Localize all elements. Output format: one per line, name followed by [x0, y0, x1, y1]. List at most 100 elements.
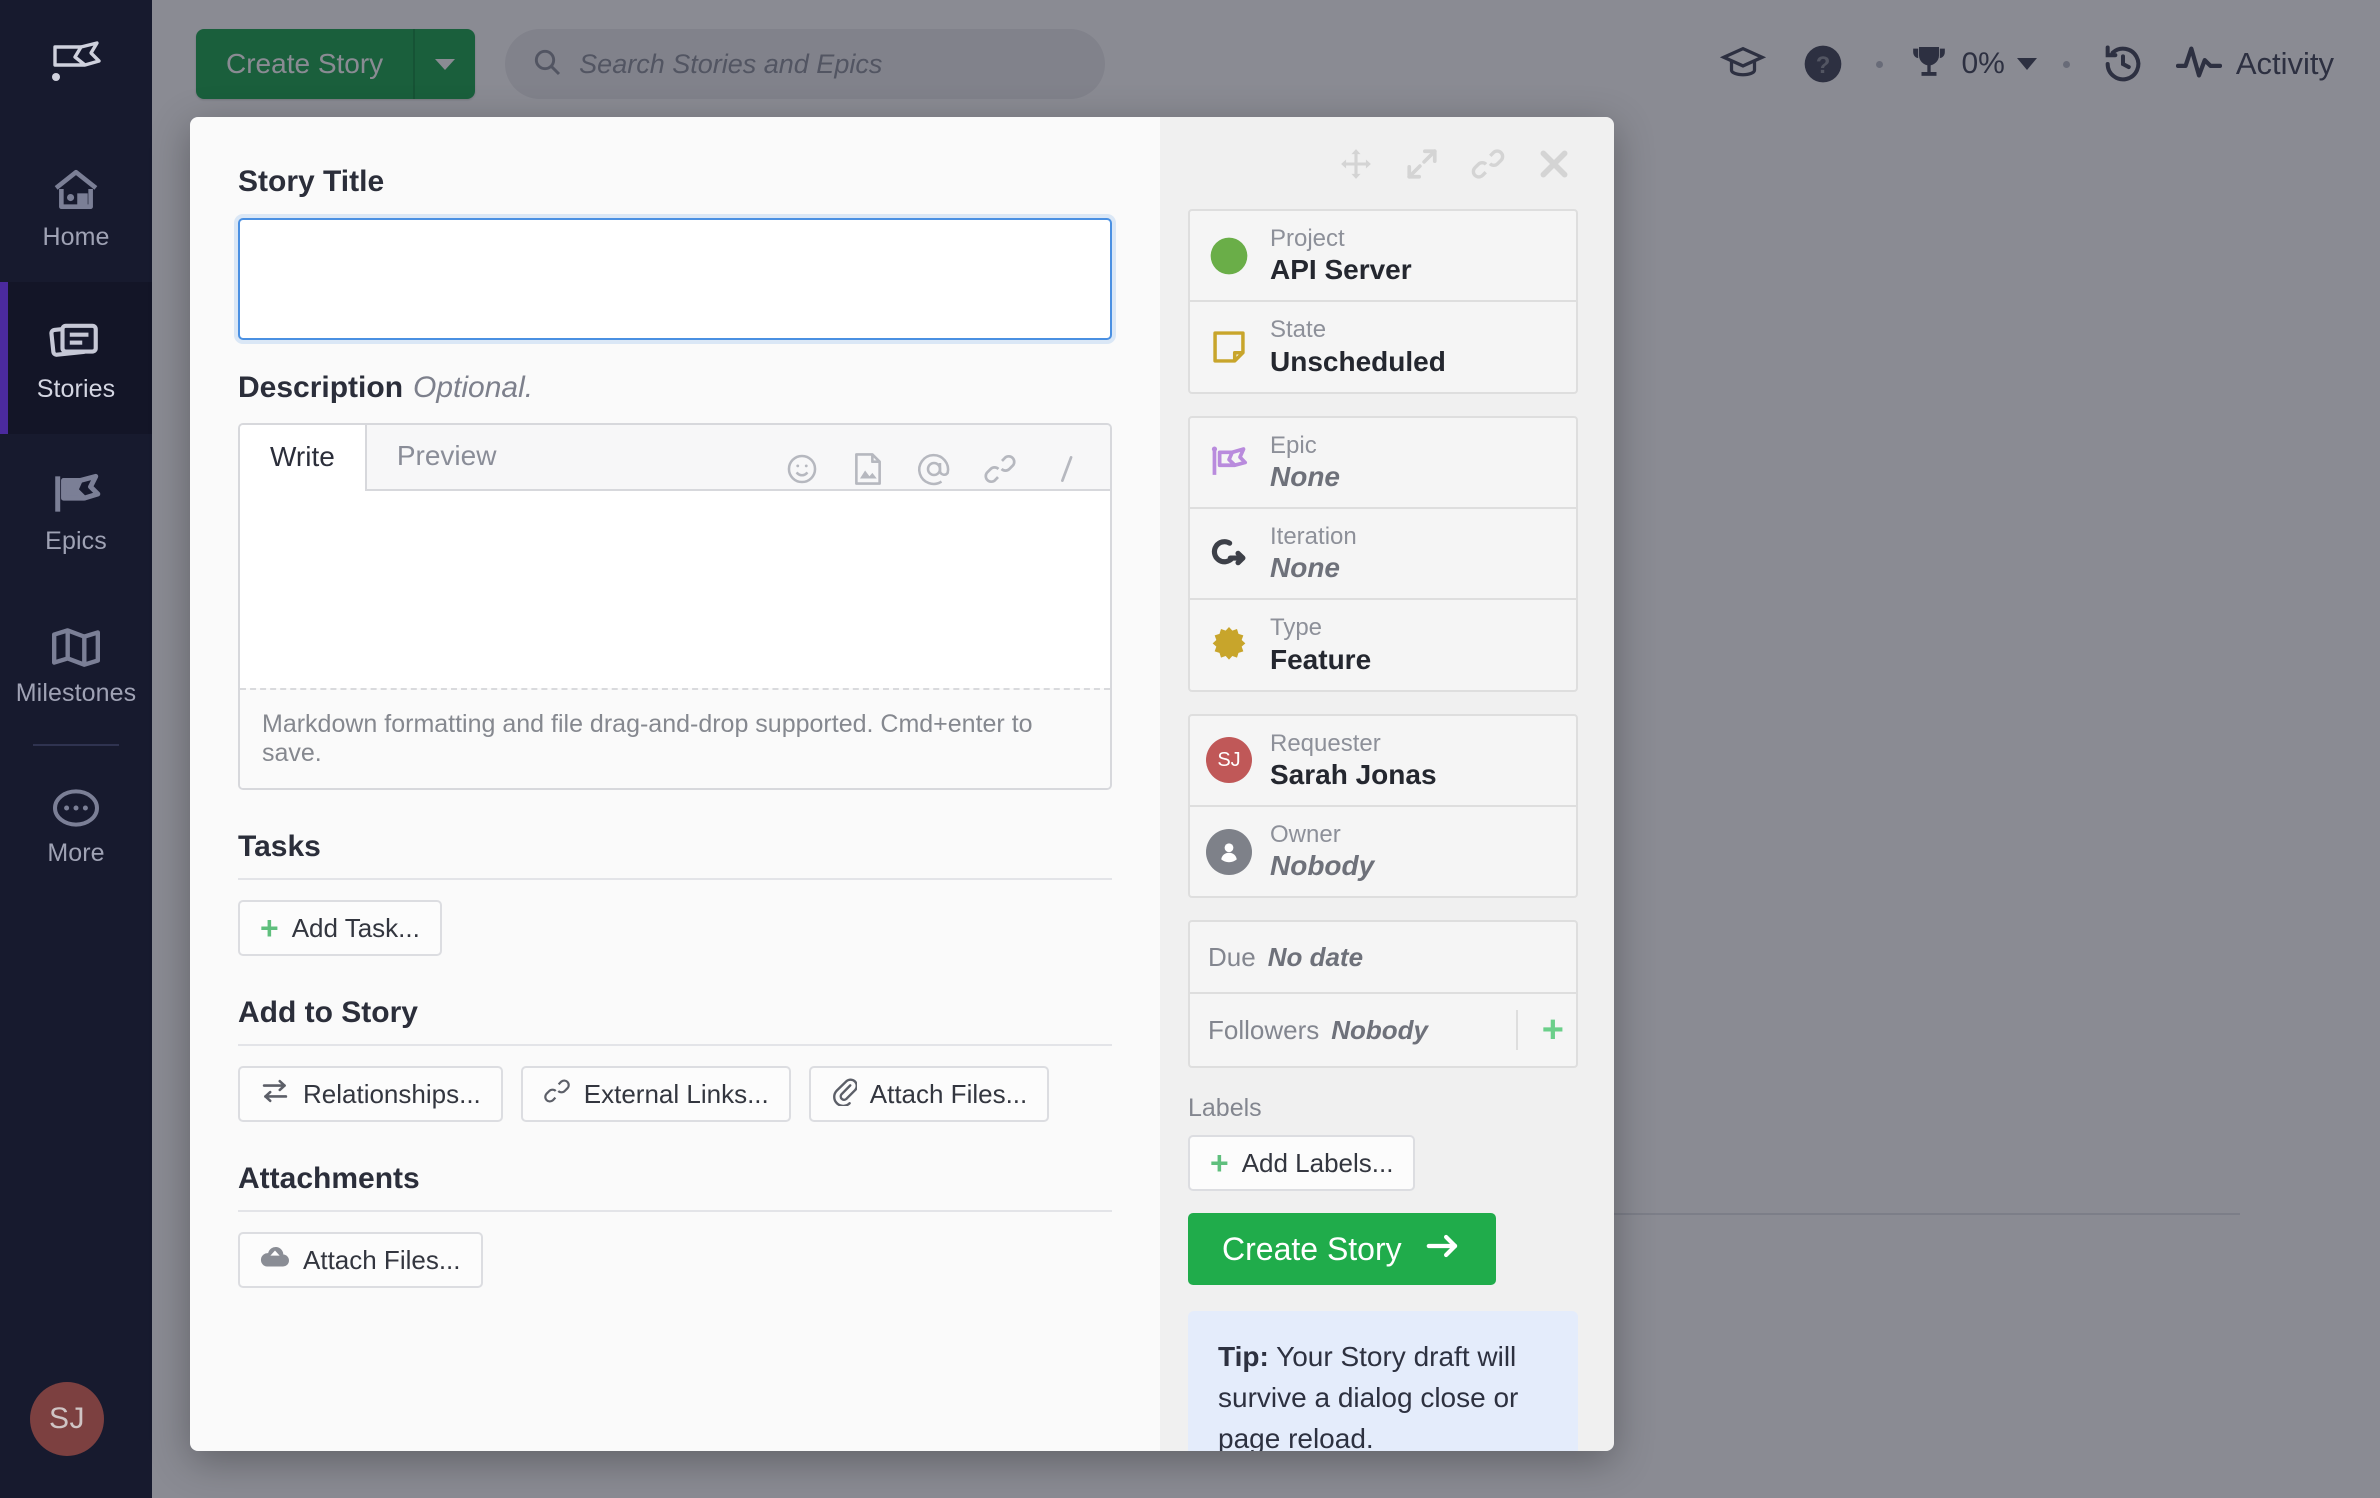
- meta-key: State: [1270, 316, 1327, 344]
- italic-icon[interactable]: [1046, 449, 1086, 489]
- avatar: SJ: [1206, 737, 1252, 784]
- sidebar-item-epics[interactable]: Epics: [0, 434, 152, 586]
- link-icon[interactable]: [980, 449, 1020, 489]
- type-star-icon: [1206, 622, 1252, 668]
- meta-row-epic[interactable]: Epic None: [1190, 418, 1576, 510]
- relationships-arrows-icon: [260, 1078, 290, 1111]
- plus-icon: +: [260, 909, 279, 946]
- dialog-window-controls: [1188, 141, 1578, 187]
- move-icon[interactable]: [1336, 144, 1376, 184]
- followers-row[interactable]: Followers Nobody +: [1190, 994, 1576, 1066]
- meta-row-iteration[interactable]: Iteration None: [1190, 509, 1576, 601]
- description-textarea[interactable]: [240, 491, 1110, 683]
- meta-value: Nobody: [1270, 850, 1375, 882]
- emoji-icon[interactable]: [782, 449, 822, 489]
- meta-key: Owner: [1270, 821, 1341, 849]
- attachments-heading: Attachments: [238, 1162, 1112, 1212]
- due-label: Due: [1208, 941, 1256, 972]
- create-story-submit-label: Create Story: [1222, 1230, 1402, 1267]
- user-avatar[interactable]: SJ: [30, 1382, 104, 1456]
- owner-avatar-placeholder: [1206, 828, 1252, 875]
- sidebar-item-label: Stories: [36, 374, 116, 403]
- mention-at-icon[interactable]: [914, 449, 954, 489]
- more-ellipsis-icon: [50, 777, 102, 829]
- meta-row-project[interactable]: Project API Server: [1190, 211, 1576, 303]
- paperclip-icon: [831, 1076, 858, 1113]
- link-icon[interactable]: [1468, 144, 1508, 184]
- external-links-label: External Links...: [583, 1078, 769, 1109]
- tip-prefix: Tip:: [1218, 1341, 1269, 1373]
- relationships-button[interactable]: Relationships...: [238, 1066, 503, 1122]
- meta-group-project-state: Project API Server State Unscheduled: [1188, 209, 1578, 394]
- meta-text: Owner Nobody: [1270, 821, 1374, 882]
- app-logo-icon[interactable]: [0, 0, 152, 130]
- meta-row-requester[interactable]: SJ Requester Sarah Jonas: [1190, 716, 1576, 808]
- sidebar-item-label: More: [47, 838, 105, 867]
- attach-files-label: Attach Files...: [869, 1078, 1028, 1109]
- epics-flag-icon: [49, 465, 103, 517]
- meta-row-state[interactable]: State Unscheduled: [1190, 302, 1576, 391]
- meta-text: Epic None: [1270, 432, 1340, 493]
- state-note-icon: [1206, 324, 1252, 370]
- add-labels-label: Add Labels...: [1241, 1147, 1394, 1178]
- epic-flag-icon: [1206, 439, 1252, 485]
- due-date-row[interactable]: Due No date: [1190, 922, 1576, 995]
- description-label-text: Description: [238, 371, 404, 404]
- dialog-main-panel: Story Title Description Optional. Write P…: [190, 117, 1160, 1451]
- create-story-submit-button[interactable]: Create Story: [1188, 1213, 1496, 1286]
- meta-group-epic-iteration-type: Epic None Iteration None Type Feature: [1188, 415, 1578, 692]
- attach-files-button-top[interactable]: Attach Files...: [808, 1066, 1050, 1122]
- story-title-input[interactable]: [238, 218, 1112, 340]
- external-links-button[interactable]: External Links...: [520, 1066, 791, 1122]
- meta-key: Iteration: [1270, 523, 1357, 551]
- meta-value: None: [1270, 552, 1340, 584]
- labels-heading: Labels: [1188, 1094, 1262, 1123]
- plus-icon: +: [1210, 1145, 1229, 1182]
- expand-icon[interactable]: [1402, 144, 1442, 184]
- tasks-heading: Tasks: [238, 830, 1112, 880]
- meta-row-owner[interactable]: Owner Nobody: [1190, 807, 1576, 896]
- sidebar-item-home[interactable]: Home: [0, 130, 152, 282]
- meta-group-due-followers: Due No date Followers Nobody +: [1188, 920, 1578, 1069]
- add-to-story-actions: Relationships... External Links... Attac…: [238, 1066, 1112, 1122]
- meta-group-requester-owner: SJ Requester Sarah Jonas Owner Nobody: [1188, 713, 1578, 899]
- tip-callout: Tip: Your Story draft will survive a dia…: [1188, 1311, 1578, 1451]
- followers-label: Followers: [1208, 1014, 1320, 1045]
- meta-text: Type Feature: [1270, 614, 1371, 675]
- due-value: No date: [1267, 941, 1364, 972]
- relationships-label: Relationships...: [303, 1078, 481, 1109]
- add-task-label: Add Task...: [291, 912, 420, 943]
- meta-key: Requester: [1270, 729, 1381, 757]
- meta-text: Project API Server: [1270, 225, 1412, 286]
- chain-link-icon: [543, 1077, 571, 1112]
- meta-text: Requester Sarah Jonas: [1270, 730, 1437, 791]
- add-labels-button[interactable]: + Add Labels...: [1188, 1135, 1416, 1192]
- tab-preview[interactable]: Preview: [367, 425, 529, 489]
- avatar-person-icon: [1206, 828, 1252, 875]
- meta-key: Project: [1270, 225, 1345, 252]
- image-icon[interactable]: [848, 449, 888, 489]
- attach-files-button[interactable]: Attach Files...: [238, 1232, 483, 1288]
- add-to-story-heading: Add to Story: [238, 996, 1112, 1046]
- close-icon[interactable]: [1534, 144, 1574, 184]
- dialog-side-panel: Project API Server State Unscheduled Epi…: [1160, 117, 1614, 1451]
- description-optional-note: Optional.: [413, 371, 534, 404]
- meta-row-type[interactable]: Type Feature: [1190, 600, 1576, 689]
- tab-write[interactable]: Write: [240, 425, 367, 491]
- description-section: Description Optional. Write Preview Mark…: [238, 371, 1112, 790]
- meta-key: Type: [1270, 614, 1323, 642]
- arrow-right-icon: [1426, 1231, 1462, 1268]
- requester-avatar-initials: SJ: [1206, 737, 1252, 784]
- sidebar-item-milestones[interactable]: Milestones: [0, 586, 152, 738]
- description-tabs: Write Preview: [240, 425, 1110, 491]
- add-follower-plus-icon[interactable]: +: [1515, 1010, 1564, 1051]
- stories-icon: [49, 313, 103, 365]
- sidebar: Home Stories Epics Milestones More SJ: [0, 0, 152, 1498]
- sidebar-item-stories[interactable]: Stories: [0, 282, 152, 434]
- add-task-button[interactable]: + Add Task...: [238, 900, 442, 956]
- sidebar-item-more[interactable]: More: [0, 746, 152, 898]
- attachments-actions: Attach Files...: [238, 1232, 1112, 1288]
- meta-value: Feature: [1270, 643, 1372, 675]
- meta-value: Sarah Jonas: [1270, 759, 1437, 791]
- sidebar-item-label: Epics: [45, 526, 107, 555]
